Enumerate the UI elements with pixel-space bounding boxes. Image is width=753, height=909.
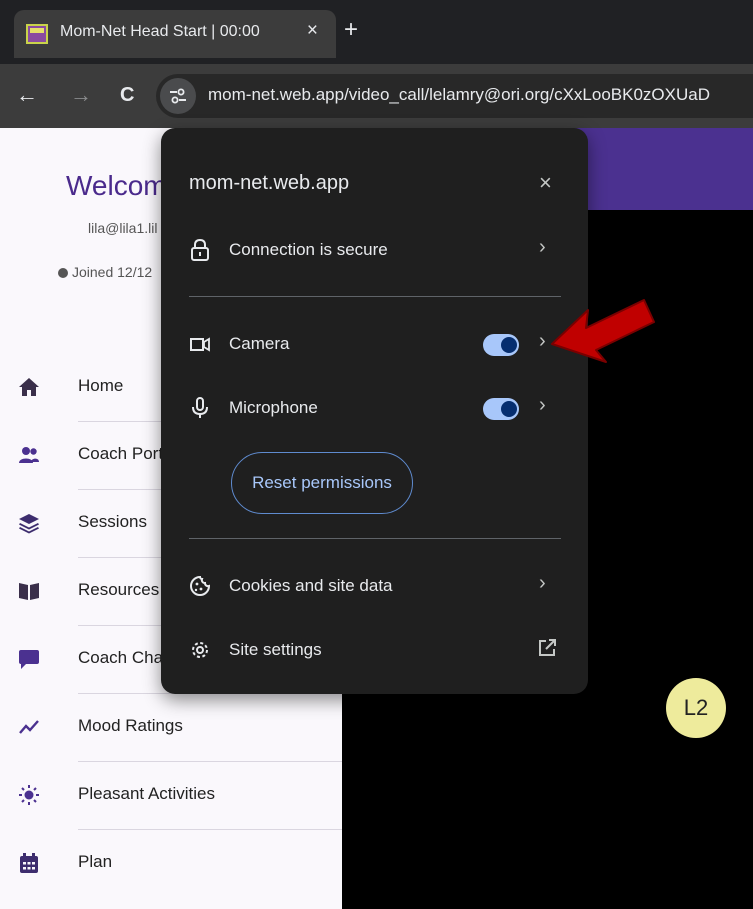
users-icon bbox=[19, 447, 39, 463]
site-info-popup: mom-net.web.app × Connection is secure ›… bbox=[161, 128, 588, 694]
sidebar-item-label: Sessions bbox=[78, 512, 147, 531]
divider bbox=[189, 296, 561, 297]
tab-close-button[interactable]: × bbox=[307, 21, 318, 40]
sidebar-item-label: Plan bbox=[78, 852, 113, 871]
site-info-button[interactable] bbox=[160, 78, 196, 114]
url-text[interactable]: mom-net.web.app/video_call/lelamry@ori.o… bbox=[208, 85, 710, 105]
chart-line-icon bbox=[19, 720, 39, 734]
calendar-icon bbox=[20, 853, 38, 873]
microphone-toggle[interactable] bbox=[483, 398, 519, 420]
book-icon bbox=[19, 583, 39, 600]
divider bbox=[189, 538, 561, 539]
chevron-right-icon: › bbox=[539, 572, 546, 594]
gear-icon bbox=[192, 642, 208, 658]
cookies-row[interactable]: Cookies and site data › bbox=[161, 562, 588, 610]
layers-icon bbox=[19, 514, 39, 534]
popup-domain: mom-net.web.app bbox=[189, 172, 350, 194]
camera-toggle[interactable] bbox=[483, 334, 519, 356]
sidebar-item-label: Mood Ratings bbox=[78, 716, 183, 735]
open-external-icon bbox=[539, 639, 556, 656]
connection-security-row[interactable]: Connection is secure › bbox=[161, 226, 588, 274]
tab-strip: Mom-Net Head Start | 00:00 × + bbox=[0, 0, 753, 64]
clock-icon bbox=[58, 268, 68, 278]
sidebar-item-label: Coach Port bbox=[78, 444, 164, 463]
joined-date: Joined 12/12 bbox=[58, 264, 152, 280]
sidebar-item-pleasant-activities[interactable]: Pleasant Activities bbox=[0, 762, 342, 830]
microphone-icon bbox=[192, 397, 208, 418]
cookies-label: Cookies and site data bbox=[229, 576, 393, 595]
sidebar-item-label: Pleasant Activities bbox=[78, 784, 216, 803]
forward-button[interactable]: → bbox=[70, 84, 92, 106]
user-email: lila@lila1.lil bbox=[88, 220, 158, 236]
site-settings-row[interactable]: Site settings bbox=[161, 626, 588, 674]
chevron-right-icon: › bbox=[539, 236, 546, 258]
microphone-permission-row[interactable]: Microphone › bbox=[161, 384, 588, 432]
annotation-arrow-icon bbox=[551, 299, 655, 363]
sidebar-item-label: Home bbox=[78, 376, 124, 395]
welcome-heading: Welcom bbox=[66, 170, 167, 201]
browser-toolbar: ← → C mom-net.web.app/video_call/lelamry… bbox=[0, 64, 753, 128]
camera-permission-row[interactable]: Camera › bbox=[161, 320, 588, 368]
chat-icon bbox=[19, 650, 39, 669]
site-settings-label: Site settings bbox=[229, 640, 322, 659]
sun-icon bbox=[19, 785, 39, 805]
camera-icon bbox=[190, 337, 210, 352]
lock-icon bbox=[191, 238, 209, 261]
sidebar-item-label: Coach Cha bbox=[78, 648, 164, 667]
cookie-icon bbox=[190, 575, 211, 596]
tune-icon bbox=[170, 88, 186, 104]
joined-text: Joined 12/12 bbox=[72, 264, 153, 280]
connection-label: Connection is secure bbox=[229, 240, 388, 259]
site-favicon-icon bbox=[26, 24, 48, 44]
tab-title: Mom-Net Head Start | 00:00 bbox=[60, 23, 260, 40]
chevron-right-icon[interactable]: › bbox=[539, 331, 546, 351]
reset-permissions-button[interactable]: Reset permissions bbox=[231, 452, 413, 514]
participant-avatar: L2 bbox=[666, 678, 726, 738]
camera-label: Camera bbox=[229, 334, 290, 353]
sidebar-item-mood-ratings[interactable]: Mood Ratings bbox=[0, 694, 342, 762]
address-bar[interactable]: mom-net.web.app/video_call/lelamry@ori.o… bbox=[156, 74, 753, 118]
microphone-label: Microphone bbox=[229, 398, 318, 417]
reload-button[interactable]: C bbox=[120, 85, 134, 105]
chevron-right-icon[interactable]: › bbox=[539, 395, 546, 415]
sidebar-item-label: Resources bbox=[78, 580, 160, 599]
home-icon bbox=[19, 378, 39, 396]
back-button[interactable]: ← bbox=[16, 84, 38, 106]
browser-tab[interactable]: Mom-Net Head Start | 00:00 × bbox=[14, 10, 336, 58]
popup-close-button[interactable]: × bbox=[539, 172, 552, 194]
new-tab-button[interactable]: + bbox=[344, 18, 358, 42]
sidebar-item-plan[interactable]: Plan bbox=[0, 830, 342, 898]
